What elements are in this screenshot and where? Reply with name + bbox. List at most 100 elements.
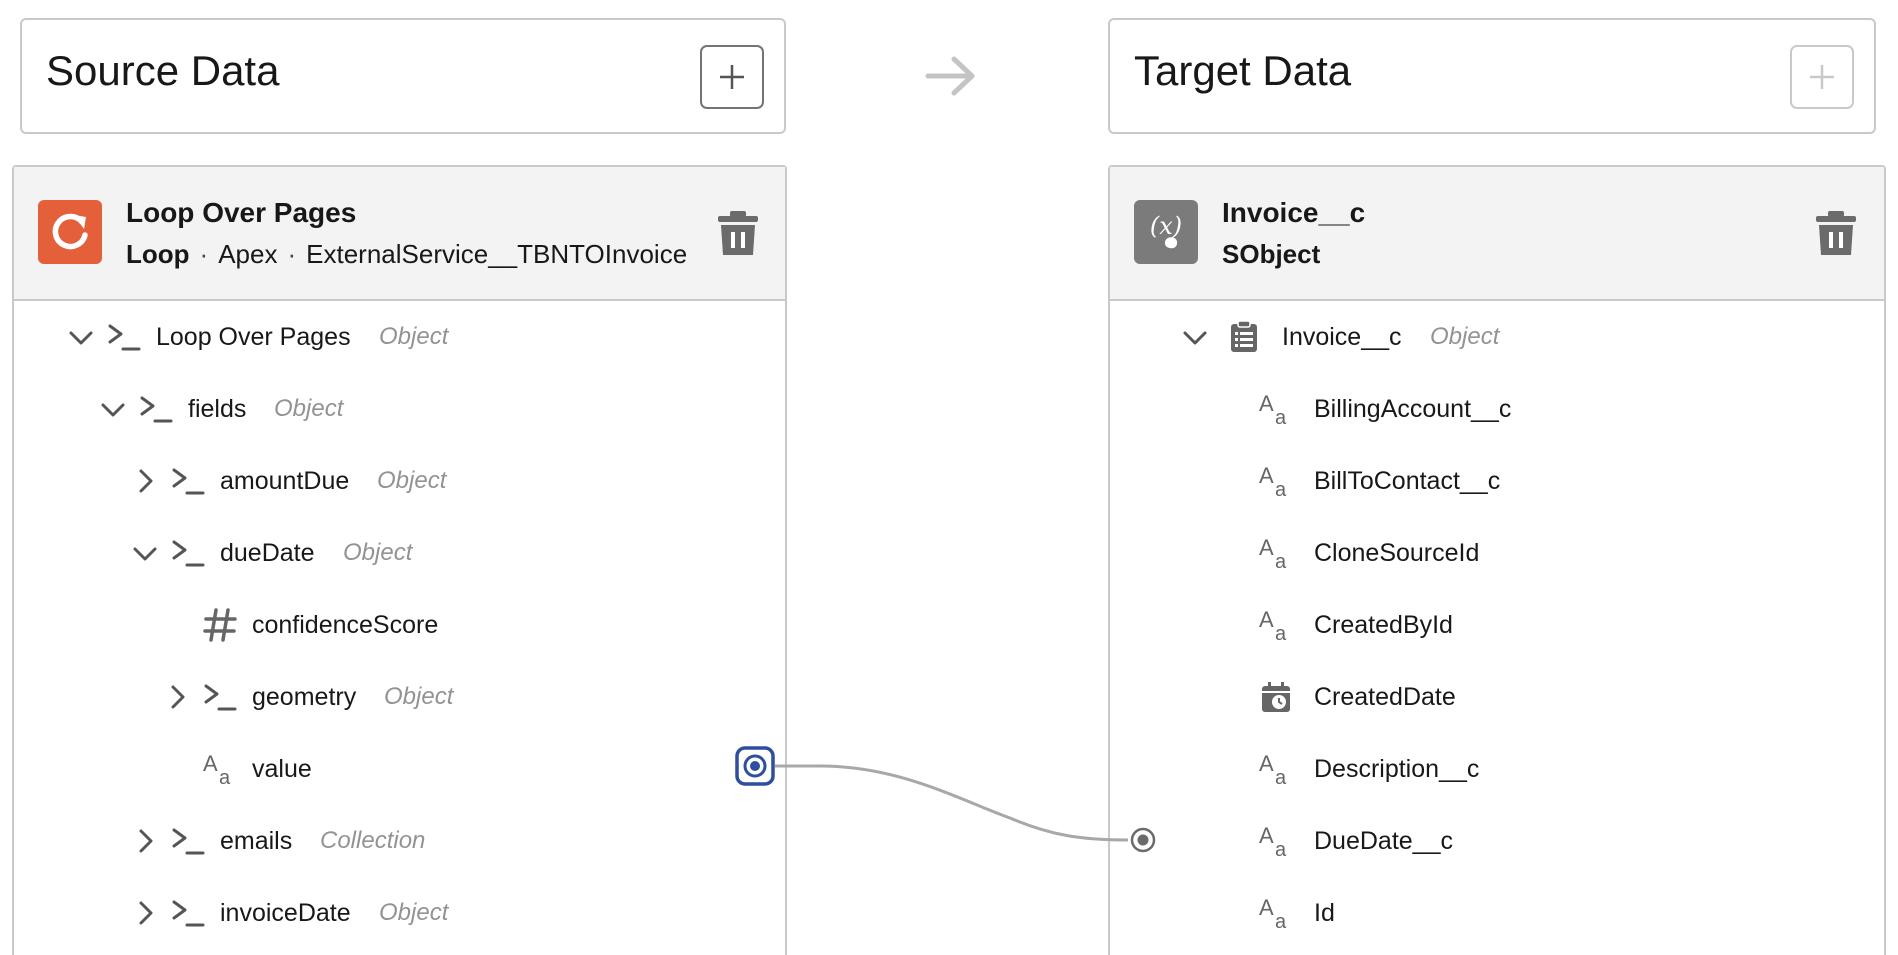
source-field-amountdue[interactable]: amountDue Object xyxy=(14,461,784,501)
add-source-button[interactable] xyxy=(700,45,764,109)
svg-text:a: a xyxy=(1275,407,1287,427)
add-target-button[interactable] xyxy=(1790,45,1854,109)
svg-text:a: a xyxy=(1275,767,1287,787)
svg-text:A: A xyxy=(1259,391,1274,416)
target-field-id[interactable]: Aa Id xyxy=(1110,893,1880,933)
text-icon: Aa xyxy=(1258,535,1294,576)
field-label: geometry xyxy=(252,683,357,711)
formula-icon xyxy=(170,895,206,936)
target-field-invoice-c[interactable]: Invoice__c Object xyxy=(1110,317,1880,357)
formula-icon xyxy=(202,679,238,720)
target-panel: (x) Invoice__c SObject Invoice__c Object A… xyxy=(1108,165,1886,955)
field-label: value xyxy=(252,755,312,783)
plus-icon xyxy=(720,65,744,89)
chevron-down-icon[interactable] xyxy=(66,322,96,357)
text-icon: Aa xyxy=(1258,895,1294,936)
target-field-duedate-c[interactable]: Aa DueDate__c xyxy=(1110,821,1880,861)
source-node-origin: Apex xyxy=(218,239,278,269)
chevron-right-icon[interactable] xyxy=(130,826,160,861)
field-type: Object xyxy=(1430,323,1500,350)
source-field-value[interactable]: Aa value xyxy=(14,749,784,789)
source-node-header: Loop Over Pages Loop · Apex · ExternalServic… xyxy=(14,167,785,301)
chevron-down-icon[interactable] xyxy=(130,538,160,573)
field-label: DueDate__c xyxy=(1314,827,1453,855)
target-field-createddate[interactable]: CreatedDate xyxy=(1110,677,1880,717)
source-field-fields[interactable]: fields Object xyxy=(14,389,784,429)
text-icon: Aa xyxy=(1258,463,1294,504)
chevron-down-icon[interactable] xyxy=(1180,322,1210,357)
field-type: Object xyxy=(377,467,447,494)
field-type: Object xyxy=(379,899,449,926)
field-label: CreatedById xyxy=(1314,611,1453,639)
target-field-createdbyid[interactable]: Aa CreatedById xyxy=(1110,605,1880,645)
chevron-down-icon[interactable] xyxy=(98,394,128,429)
chevron-right-icon[interactable] xyxy=(130,466,160,501)
source-node-service: ExternalService__TBNTOInvoice xyxy=(306,239,688,269)
text-icon: Aa xyxy=(1258,751,1294,792)
svg-text:a: a xyxy=(1275,479,1287,499)
svg-text:A: A xyxy=(1259,823,1274,848)
plus-icon xyxy=(1810,65,1834,89)
target-port-duedate[interactable] xyxy=(1128,825,1158,855)
source-field-geometry[interactable]: geometry Object xyxy=(14,677,784,717)
svg-text:A: A xyxy=(203,751,218,776)
target-node-type: SObject xyxy=(1222,239,1321,269)
field-label: dueDate xyxy=(220,539,315,567)
source-field-loop-over-pages[interactable]: Loop Over Pages Object xyxy=(14,317,784,357)
text-icon: Aa xyxy=(202,751,238,792)
svg-text:a: a xyxy=(1275,911,1287,931)
field-label: CloneSourceId xyxy=(1314,539,1480,567)
source-field-confidencescore[interactable]: confidenceScore xyxy=(14,605,784,645)
field-label: fields xyxy=(188,395,247,423)
target-node-title: Invoice__c xyxy=(1222,197,1366,228)
svg-text:a: a xyxy=(1275,623,1287,643)
field-label: confidenceScore xyxy=(252,611,439,639)
svg-text:A: A xyxy=(1259,535,1274,560)
field-label: CreatedDate xyxy=(1314,683,1456,711)
text-icon: Aa xyxy=(1258,823,1294,864)
field-type: Object xyxy=(274,395,344,422)
field-label: BillingAccount__c xyxy=(1314,395,1512,423)
trash-icon xyxy=(1816,211,1856,255)
formula-icon xyxy=(106,319,142,360)
svg-text:A: A xyxy=(1259,895,1274,920)
target-port-icon xyxy=(1130,827,1156,853)
text-icon: Aa xyxy=(1258,391,1294,432)
target-field-billtocontact-c[interactable]: Aa BillToContact__c xyxy=(1110,461,1880,501)
field-label: emails xyxy=(220,827,293,855)
target-field-clonesourceid[interactable]: Aa CloneSourceId xyxy=(1110,533,1880,573)
trash-icon xyxy=(718,211,758,255)
field-label: invoiceDate xyxy=(220,899,351,927)
formula-icon xyxy=(138,391,174,432)
field-label: Invoice__c xyxy=(1282,323,1402,351)
source-node-title: Loop Over Pages xyxy=(126,197,357,228)
source-field-emails[interactable]: emails Collection xyxy=(14,821,784,861)
source-data-header: Source Data xyxy=(20,18,786,134)
source-panel: Loop Over Pages Loop · Apex · ExternalServic… xyxy=(12,165,787,955)
svg-text:A: A xyxy=(1259,607,1274,632)
target-field-billingaccount-c[interactable]: Aa BillingAccount__c xyxy=(1110,389,1880,429)
target-data-title: Target Data xyxy=(1134,47,1352,94)
source-data-title: Source Data xyxy=(46,47,280,94)
delete-source-button[interactable] xyxy=(716,209,760,257)
loop-icon xyxy=(38,200,102,264)
field-type: Collection xyxy=(320,827,426,854)
delete-target-button[interactable] xyxy=(1814,209,1858,257)
target-field-description-c[interactable]: Aa Description__c xyxy=(1110,749,1880,789)
field-label: BillToContact__c xyxy=(1314,467,1501,495)
source-port-value[interactable] xyxy=(735,746,775,786)
svg-text:(x): (x) xyxy=(1150,212,1182,240)
field-label: amountDue xyxy=(220,467,350,495)
chevron-right-icon[interactable] xyxy=(130,898,160,933)
variable-icon: (x) xyxy=(1134,200,1198,264)
source-field-duedate[interactable]: dueDate Object xyxy=(14,533,784,573)
source-field-invoicedate[interactable]: invoiceDate Object xyxy=(14,893,784,933)
svg-text:A: A xyxy=(1259,463,1274,488)
formula-icon xyxy=(170,463,206,504)
target-node-header: (x) Invoice__c SObject xyxy=(1110,167,1884,301)
field-type: Object xyxy=(384,683,454,710)
formula-icon xyxy=(170,823,206,864)
chevron-right-icon[interactable] xyxy=(162,682,192,717)
record-icon xyxy=(1226,319,1262,360)
svg-text:A: A xyxy=(1259,751,1274,776)
